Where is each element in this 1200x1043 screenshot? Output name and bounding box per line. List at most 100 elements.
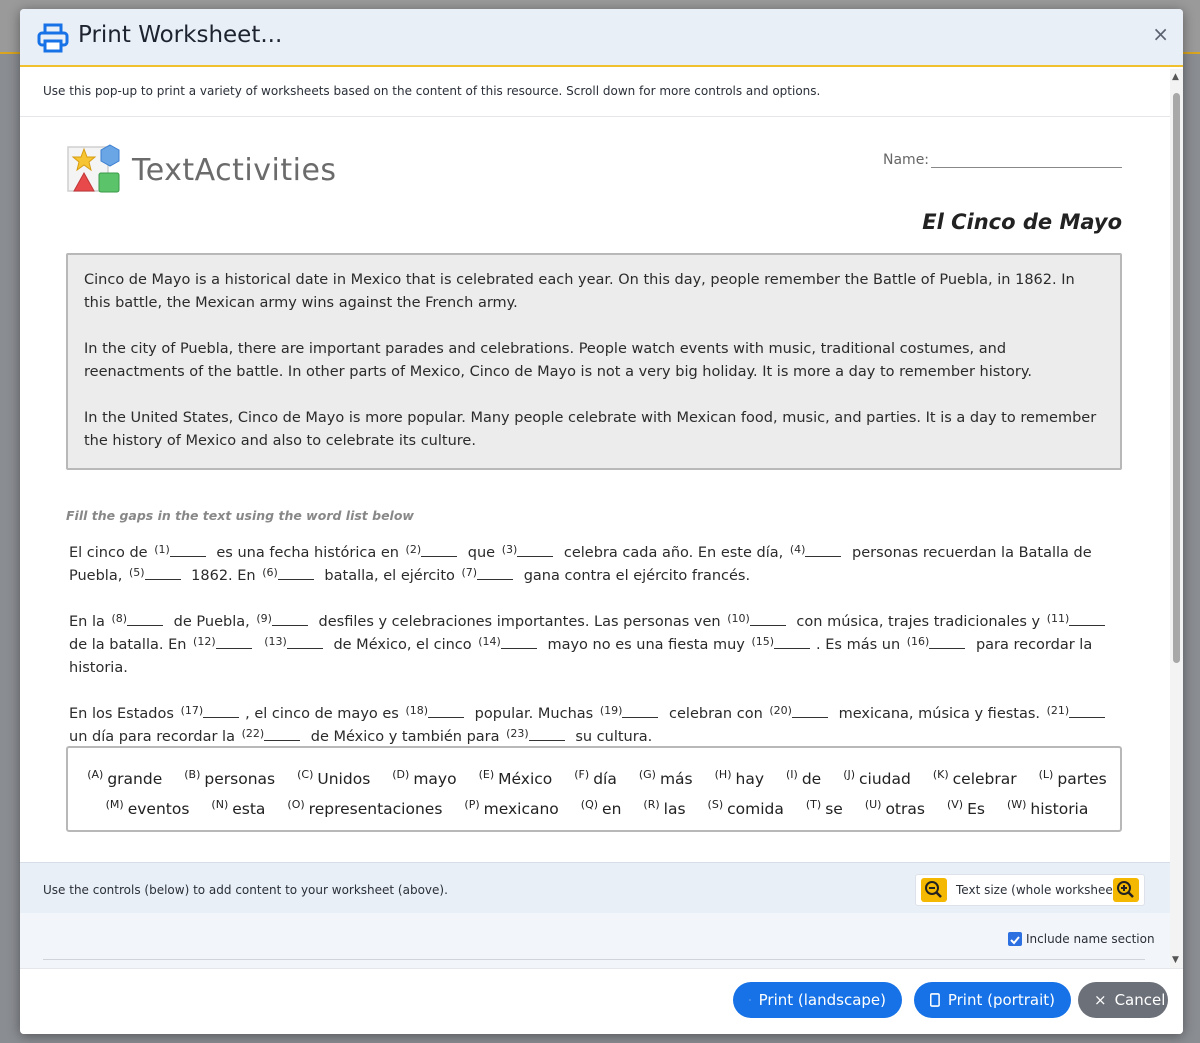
word-letter: (D): [392, 768, 410, 781]
word-letter: (P): [464, 798, 480, 811]
word-letter: (G): [638, 768, 656, 781]
word-list-item: (B) personas: [184, 768, 275, 788]
gap-text-segment: un día para recordar la: [69, 729, 240, 745]
print-portrait-button[interactable]: Print (portrait): [914, 982, 1071, 1018]
printer-icon: [37, 23, 69, 53]
gap-blank: [477, 568, 514, 580]
portrait-icon: [930, 993, 940, 1007]
gap-text-segment: mayo no es una fiesta muy: [542, 637, 750, 653]
zoom-out-button[interactable]: [921, 878, 947, 902]
dialog-header: Print Worksheet... ×: [20, 9, 1183, 67]
gap-text-segment: . Es más un: [816, 637, 905, 653]
gap-text-segment: que: [463, 545, 500, 561]
word-text: más: [659, 770, 693, 788]
gap-paragraph: En los Estados (17) , el cinco de mayo es…: [69, 703, 1129, 749]
word-letter: (V): [946, 798, 964, 811]
word-letter: (N): [211, 798, 229, 811]
word-list-item: (H) hay: [715, 768, 765, 788]
word-list-item: (Q) en: [580, 798, 622, 818]
checkmark-icon: [1010, 936, 1020, 945]
word-list-item: (O) representaciones: [287, 798, 442, 818]
gap-text-segment: 1862. En: [186, 568, 261, 584]
gap-blank: [264, 729, 301, 741]
gap-text-segment: desfiles y celebraciones importantes. La…: [313, 614, 726, 630]
gap-blank: [517, 545, 554, 557]
cancel-button[interactable]: × Cancel: [1078, 982, 1168, 1018]
controls-bar: Use the controls (below) to add content …: [20, 862, 1170, 913]
word-text: Es: [967, 800, 985, 818]
word-list: (A) grande (B) personas (C) Unidos (D) mayo (E) M…: [66, 746, 1122, 832]
gap-number: (8): [111, 612, 128, 625]
gap-blank: [428, 706, 465, 718]
gap-number: (5): [128, 566, 145, 579]
name-line: [931, 167, 1122, 168]
word-text: celebrar: [952, 770, 1017, 788]
gap-number: (7): [461, 566, 478, 579]
word-list-item: (M) eventos: [105, 798, 190, 818]
zoom-in-icon: [1117, 881, 1134, 898]
word-list-item: (V) Es: [946, 798, 985, 818]
word-letter: (B): [184, 768, 201, 781]
passage-paragraph: Cinco de Mayo is a historical date in Me…: [84, 272, 1075, 311]
scrollbar[interactable]: ▲ ▼: [1170, 69, 1183, 968]
options-area: Include name section: [20, 913, 1170, 968]
word-letter: (W): [1006, 798, 1027, 811]
word-list-item: (A) grande: [87, 768, 162, 788]
word-list-item: (R) las: [643, 798, 686, 818]
passage-box: Cinco de Mayo is a historical date in Me…: [66, 253, 1122, 470]
gap-fill-text: El cinco de (1) es una fecha histórica e…: [69, 542, 1129, 772]
close-button[interactable]: ×: [1152, 22, 1169, 46]
word-text: esta: [232, 800, 266, 818]
gap-text-segment: es una fecha histórica en: [211, 545, 404, 561]
gap-text-segment: de la batalla. En: [69, 637, 192, 653]
landscape-icon: [749, 999, 751, 1001]
passage-paragraph: In the United States, Cinco de Mayo is m…: [84, 410, 1097, 449]
scroll-down-icon[interactable]: ▼: [1172, 955, 1179, 965]
gap-number: (2): [405, 543, 422, 556]
gap-text-segment: gana contra el ejército francés.: [519, 568, 751, 584]
word-text: eventos: [127, 800, 190, 818]
scrollbar-thumb[interactable]: [1173, 93, 1180, 663]
textactivities-logo-icon: [67, 144, 120, 193]
word-text: las: [663, 800, 686, 818]
word-letter: (E): [478, 768, 495, 781]
zoom-in-button[interactable]: [1113, 878, 1139, 902]
word-text: mexicano: [483, 800, 559, 818]
word-list-row: (A) grande (B) personas (C) Unidos (D) mayo (E) M…: [87, 764, 1107, 794]
include-name-checkbox[interactable]: [1008, 932, 1022, 946]
word-letter: (O): [287, 798, 305, 811]
gap-blank: [1069, 614, 1106, 626]
gap-blank: [528, 729, 565, 741]
dialog-title: Print Worksheet...: [78, 22, 283, 48]
word-text: día: [593, 770, 617, 788]
gap-number: (6): [262, 566, 278, 579]
word-list-row: (M) eventos (N) esta (O) representaciones (P) m…: [94, 794, 1100, 824]
word-text: partes: [1057, 770, 1107, 788]
word-text: hay: [735, 770, 765, 788]
word-text: ciudad: [859, 770, 911, 788]
word-letter: (C): [297, 768, 314, 781]
word-list-item: (C) Unidos: [297, 768, 370, 788]
include-name-label[interactable]: Include name section: [1026, 932, 1155, 946]
gap-text-segment: En los Estados: [69, 706, 179, 722]
gap-number: (15): [751, 635, 775, 648]
gap-number: (10): [727, 612, 750, 625]
gap-blank: [144, 568, 181, 580]
word-letter: (Q): [580, 798, 599, 811]
word-letter: (L): [1038, 768, 1054, 781]
gap-blank: [774, 637, 811, 649]
print-landscape-button[interactable]: Print (landscape): [733, 982, 902, 1018]
gap-paragraph: El cinco de (1) es una fecha histórica e…: [69, 542, 1129, 588]
word-list-item: (E) México: [478, 768, 553, 788]
gap-paragraph: En la (8) de Puebla, (9) desfiles y cele…: [69, 611, 1129, 680]
word-text: en: [602, 800, 622, 818]
worksheet-title: El Cinco de Mayo: [922, 210, 1122, 234]
word-letter: (U): [864, 798, 882, 811]
scroll-up-icon[interactable]: ▲: [1172, 72, 1179, 82]
text-size-control: Text size (whole worksheet): [915, 874, 1145, 906]
name-label: Name:: [883, 152, 930, 168]
word-letter: (M): [105, 798, 124, 811]
gap-blank: [805, 545, 842, 557]
word-text: historia: [1030, 800, 1089, 818]
gap-number: (23): [506, 727, 529, 740]
